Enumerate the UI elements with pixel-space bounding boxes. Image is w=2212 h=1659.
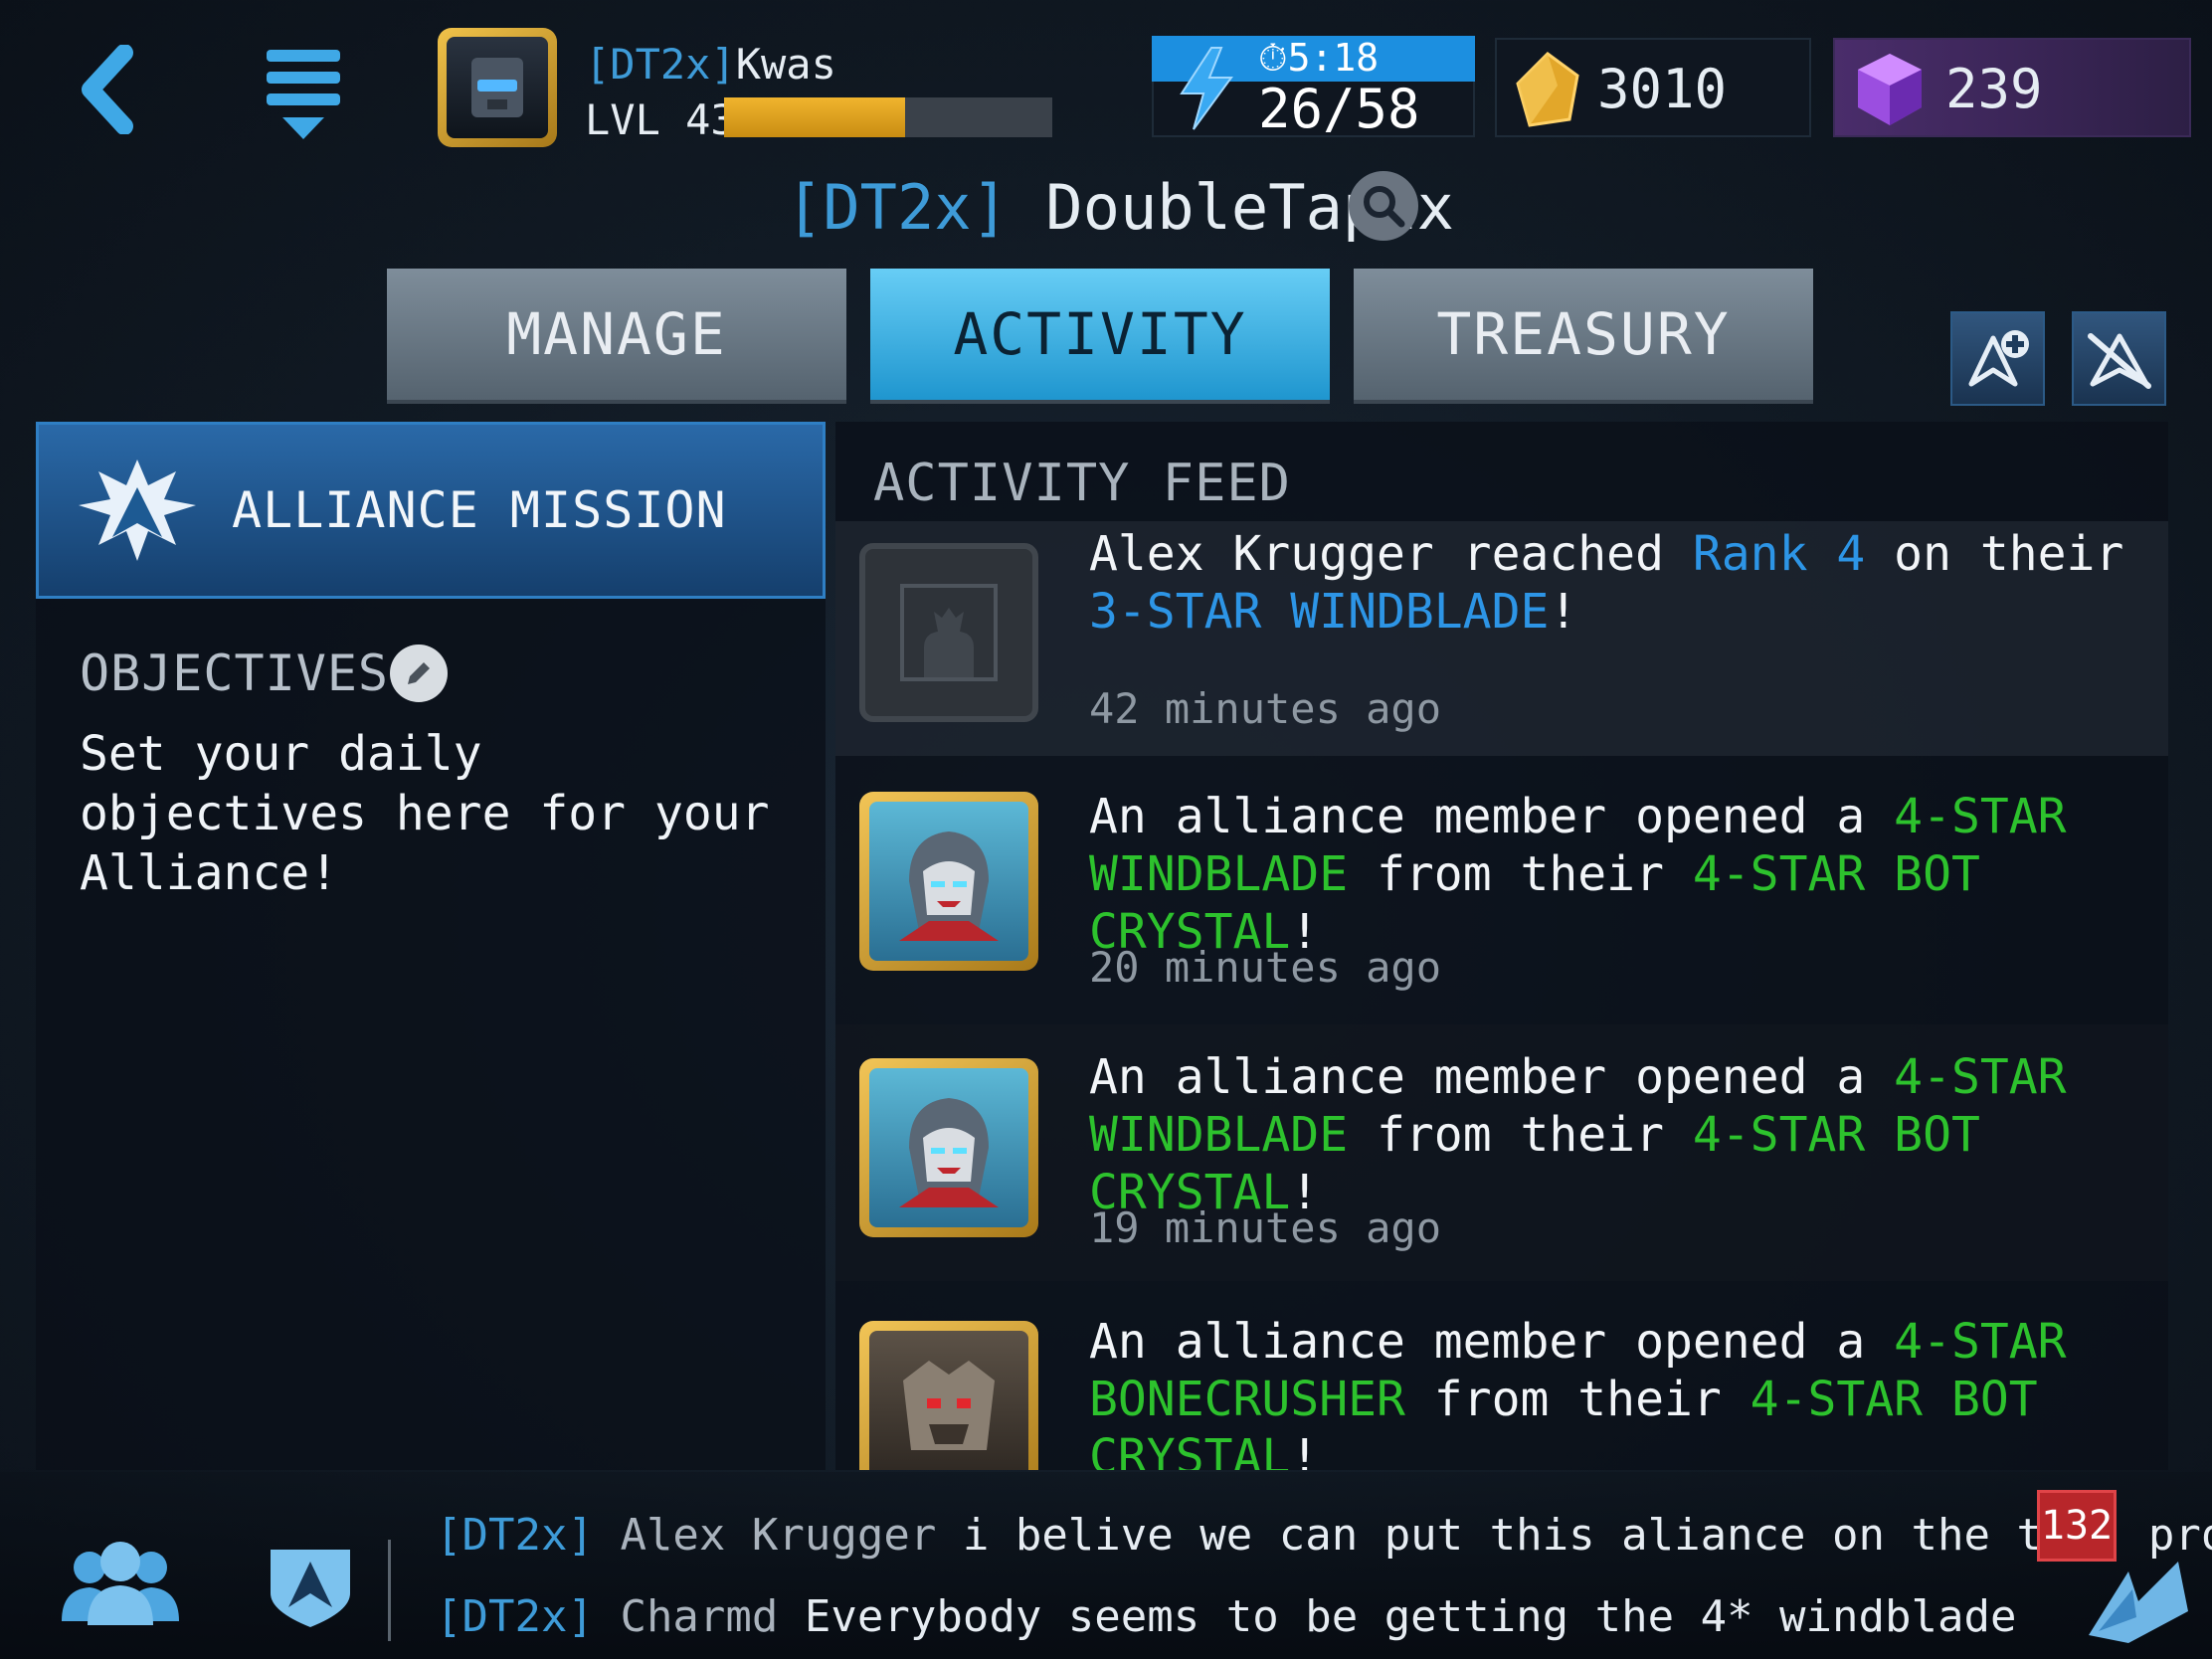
alliance-emblem-icon bbox=[271, 1550, 350, 1627]
edit-objectives-button[interactable] bbox=[390, 645, 448, 702]
feed-item-thumbnail bbox=[859, 543, 1038, 722]
xp-bar-fill bbox=[724, 97, 905, 137]
feed-item-text: An alliance member opened a 4-STAR WINDB… bbox=[1089, 788, 2153, 961]
alliance-add-icon bbox=[1968, 329, 2029, 386]
feed-item-text: Alex Krugger reached Rank 4 on their 3-S… bbox=[1089, 525, 2153, 641]
gem-value: 239 bbox=[1945, 58, 2043, 120]
feed-text-part: from their bbox=[1348, 846, 1693, 902]
gold-crystal-icon bbox=[1516, 52, 1579, 127]
xp-bar bbox=[724, 97, 1052, 137]
feed-item-text: An alliance member opened a 4-STAR BONEC… bbox=[1089, 1313, 2153, 1470]
feed-text-highlight: Rank 4 bbox=[1692, 526, 1866, 582]
objectives-title: OBJECTIVES bbox=[80, 645, 390, 702]
feed-item: An alliance member opened a 4-STAR WINDB… bbox=[835, 1024, 2168, 1281]
menu-button[interactable] bbox=[249, 40, 358, 149]
chat-text: i belive we can put this aliance on the … bbox=[962, 1510, 2212, 1561]
objectives-text: Set your daily objectives here for your … bbox=[80, 726, 770, 901]
energy-value: 26/58 bbox=[1258, 78, 1420, 140]
alliance-members-button[interactable] bbox=[56, 1532, 185, 1631]
feed-item: An alliance member opened a 4-STAR WINDB… bbox=[835, 766, 2168, 1014]
chat-user: Alex Krugger bbox=[620, 1510, 937, 1561]
feed-item-time: 19 minutes ago bbox=[1089, 1203, 1442, 1252]
unread-count-badge: 132 bbox=[2037, 1490, 2117, 1562]
feed-text-part: Alex Krugger reached bbox=[1089, 526, 1693, 582]
feed-item-thumbnail bbox=[859, 792, 1038, 971]
chat-tag: [DT2x] bbox=[436, 1591, 594, 1642]
chat-tag: [DT2x] bbox=[436, 1510, 594, 1561]
bonecrusher-portrait-icon bbox=[903, 1361, 995, 1450]
tab-manage[interactable]: MANAGE bbox=[387, 269, 846, 404]
chat-text: Everybody seems to be getting the 4* win… bbox=[804, 1591, 2017, 1642]
feed-item-text: An alliance member opened a 4-STAR WINDB… bbox=[1089, 1048, 2153, 1221]
player-username: Kwas bbox=[735, 40, 836, 89]
alliance-leave-icon bbox=[2087, 332, 2151, 389]
player-tag: [DT2x] bbox=[585, 40, 736, 89]
feed-text-part: An alliance member opened a bbox=[1089, 1314, 1895, 1370]
chat-message[interactable]: [DT2x] Charmd Everybody seems to be gett… bbox=[436, 1591, 2016, 1642]
player-name: [DT2x]Kwas bbox=[585, 40, 836, 89]
members-icon bbox=[62, 1542, 179, 1625]
feed-text-part: An alliance member opened a bbox=[1089, 789, 1895, 844]
windblade-portrait-icon bbox=[899, 1098, 999, 1207]
energy-timer-value: 5:18 bbox=[1287, 36, 1380, 80]
windblade-portrait-icon bbox=[899, 831, 999, 941]
alliance-tag: [DT2x] bbox=[786, 171, 1009, 244]
search-icon bbox=[1364, 186, 1405, 228]
tab-treasury[interactable]: TREASURY bbox=[1354, 269, 1813, 404]
alliance-emblem-button[interactable] bbox=[261, 1532, 360, 1631]
feed-text-part: from their bbox=[1348, 1107, 1693, 1163]
alliance-mission-label: ALLIANCE MISSION bbox=[232, 481, 727, 539]
feed-item-thumbnail bbox=[859, 1058, 1038, 1237]
search-button[interactable] bbox=[1349, 171, 1418, 241]
feed-text-highlight: 3-STAR WINDBLADE bbox=[1089, 584, 1550, 640]
gold-value: 3010 bbox=[1597, 58, 1728, 120]
chat-user: Charmd bbox=[620, 1591, 779, 1642]
pencil-icon bbox=[408, 662, 430, 684]
energy-timer: ⏱5:18 bbox=[1258, 36, 1379, 81]
create-alliance-button[interactable] bbox=[1950, 311, 2045, 406]
feed-item-time: 42 minutes ago bbox=[1089, 684, 1442, 733]
feed-item-thumbnail bbox=[859, 1321, 1038, 1470]
tab-activity[interactable]: ACTIVITY bbox=[870, 269, 1330, 404]
player-level: LVL 43 bbox=[585, 95, 736, 144]
chat-divider bbox=[388, 1540, 391, 1641]
alliance-mission-icon bbox=[79, 460, 196, 561]
leave-alliance-button[interactable] bbox=[2072, 311, 2166, 406]
chevron-left-icon bbox=[82, 45, 133, 134]
feed-text-part: An alliance member opened a bbox=[1089, 1049, 1895, 1105]
stopwatch-icon: ⏱ bbox=[1258, 36, 1288, 80]
feed-item-time: 20 minutes ago bbox=[1089, 943, 1442, 992]
back-button[interactable] bbox=[60, 30, 159, 149]
feed-text-part: on their bbox=[1865, 526, 2124, 582]
feed-item: Alex Krugger reached Rank 4 on their 3-S… bbox=[835, 521, 2168, 756]
purple-cube-icon bbox=[1858, 54, 1922, 125]
feed-text-part: ! bbox=[1290, 1429, 1320, 1470]
bot-silhouette-icon bbox=[900, 584, 998, 681]
lightning-bolt-icon bbox=[1180, 47, 1233, 130]
player-avatar[interactable] bbox=[438, 28, 557, 147]
feed-text-part: from their bbox=[1404, 1372, 1751, 1427]
alliance-mission-button[interactable]: ALLIANCE MISSION bbox=[36, 422, 826, 599]
menu-icon bbox=[267, 50, 340, 139]
feed-item: An alliance member opened a 4-STAR BONEC… bbox=[835, 1291, 2168, 1470]
robot-head-icon bbox=[471, 58, 523, 117]
feed-text-part: ! bbox=[1549, 584, 1578, 640]
chat-message[interactable]: [DT2x] Alex Krugger i belive we can put … bbox=[436, 1510, 2212, 1561]
activity-feed-title: ACTIVITY FEED bbox=[873, 454, 1291, 513]
